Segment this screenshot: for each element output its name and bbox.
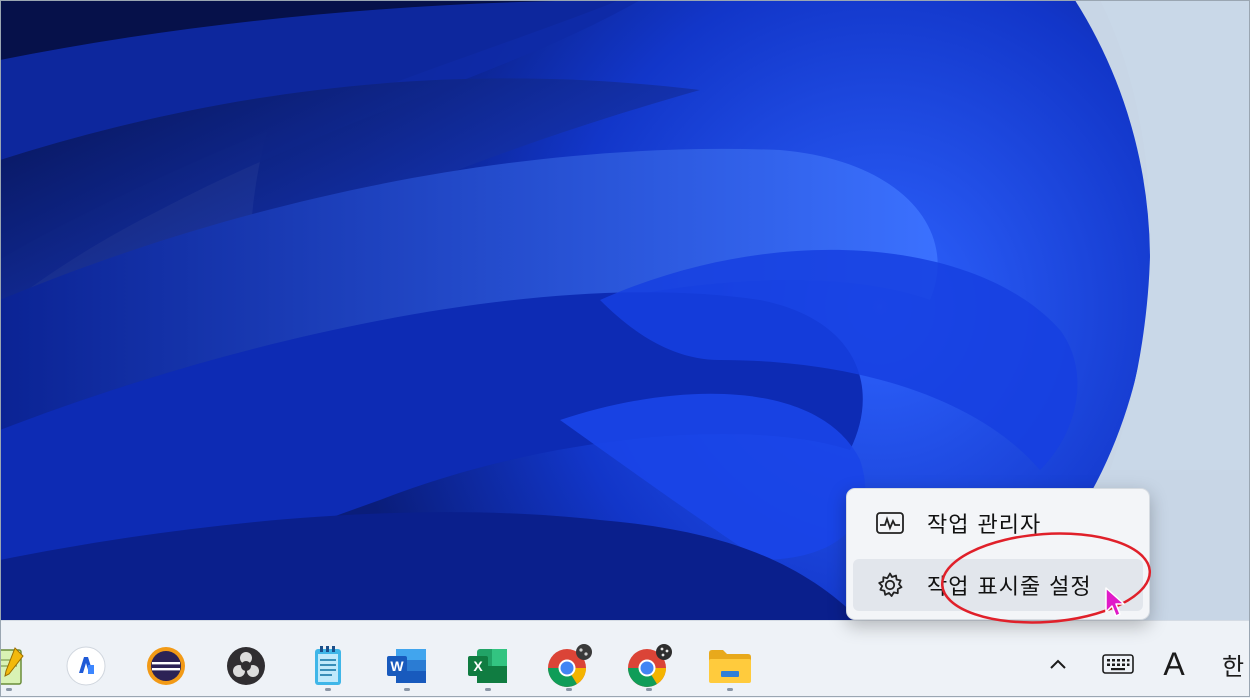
obs-icon	[227, 647, 265, 685]
chevron-up-icon	[1050, 659, 1066, 669]
taskbar-app-blue-circle[interactable]	[63, 643, 109, 689]
ime-language-indicator[interactable]: 한	[1222, 649, 1250, 680]
ime-mode-indicator[interactable]: A	[1158, 646, 1190, 682]
excel-icon: X	[468, 649, 507, 683]
taskbar-app-notepad[interactable]	[305, 643, 351, 691]
mouse-cursor-icon	[1105, 587, 1125, 617]
taskbar-app-file-explorer[interactable]	[707, 643, 753, 691]
taskbar-app-word[interactable]: W	[384, 643, 430, 691]
touch-keyboard-button[interactable]	[1098, 649, 1138, 679]
folder-icon	[709, 650, 751, 683]
taskbar-app-excel[interactable]: X	[465, 643, 511, 691]
taskbar-app-eclipse[interactable]	[143, 643, 189, 689]
task-manager-icon	[875, 508, 905, 538]
taskbar-app-chrome-1[interactable]	[546, 643, 592, 691]
eclipse-icon	[147, 647, 185, 685]
taskbar-app-chrome-2[interactable]	[626, 643, 672, 691]
taskbar-app-obs[interactable]	[223, 643, 269, 689]
menu-item-label: 작업 표시줄 설정	[927, 575, 1092, 600]
notepad-icon	[0, 647, 24, 685]
word-icon: W	[387, 649, 426, 683]
keyboard-icon	[1102, 654, 1134, 674]
menu-item-taskbar-settings[interactable]: 작업 표시줄 설정	[853, 559, 1143, 611]
show-hidden-icons-button[interactable]	[1043, 649, 1073, 679]
excel-letter: X	[473, 658, 483, 674]
menu-item-task-manager[interactable]: 작업 관리자	[853, 497, 1143, 549]
app-icon	[66, 646, 106, 686]
taskbar-app-notepad-plus[interactable]	[0, 643, 32, 691]
chrome-icon	[628, 644, 672, 687]
taskbar: W X A 한	[0, 620, 1250, 698]
word-letter: W	[390, 658, 404, 674]
chrome-icon	[548, 644, 592, 687]
notepad-icon	[315, 646, 341, 685]
menu-item-label: 작업 관리자	[927, 513, 1042, 538]
gear-icon	[875, 570, 905, 600]
